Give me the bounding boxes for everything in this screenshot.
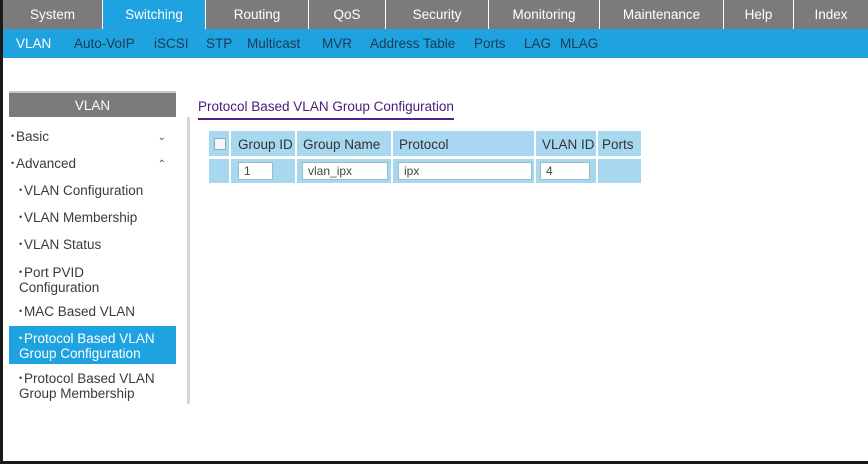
sidebar-item-label: VLAN Configuration xyxy=(24,183,144,198)
ports-cell xyxy=(598,159,641,183)
sub-menu-ports[interactable]: Ports xyxy=(474,29,506,58)
header-protocol: Protocol xyxy=(393,131,536,156)
header-ports: Ports xyxy=(598,131,641,156)
top-menu-monitoring[interactable]: Monitoring xyxy=(489,0,600,29)
header-group-id: Group ID xyxy=(231,131,297,156)
page-title: Protocol Based VLAN Group Configuration xyxy=(198,99,454,120)
sub-menu: VLAN Auto-VoIP iSCSI STP Multicast MVR A… xyxy=(3,29,868,58)
sidebar-item-label: VLAN Status xyxy=(24,237,102,252)
protocol-cell: ipx xyxy=(393,159,536,183)
top-menu-routing[interactable]: Routing xyxy=(206,0,309,29)
top-menu: System Switching Routing QoS Security Mo… xyxy=(3,0,868,29)
sub-menu-vlan[interactable]: VLAN xyxy=(16,29,51,58)
top-menu-qos[interactable]: QoS xyxy=(309,0,386,29)
sidebar-item-vlan-configuration[interactable]: • VLAN Configuration xyxy=(9,183,176,198)
sidebar-scrollbar[interactable] xyxy=(187,117,190,404)
header-group-id-label: Group ID xyxy=(238,137,293,152)
sidebar-item-mac-based-vlan[interactable]: • MAC Based VLAN xyxy=(9,304,176,319)
sidebar-item-label: Protocol Based VLAN Group Membership xyxy=(19,371,155,401)
top-menu-help[interactable]: Help xyxy=(724,0,794,29)
select-all-checkbox[interactable] xyxy=(214,138,226,150)
header-group-name-label: Group Name xyxy=(303,137,381,152)
top-menu-maintenance[interactable]: Maintenance xyxy=(600,0,724,29)
sidebar-advanced[interactable]: • Advanced ⌃ xyxy=(9,156,176,171)
sidebar-item-vlan-membership[interactable]: • VLAN Membership xyxy=(9,210,176,225)
row-select-cell xyxy=(209,159,231,183)
chevron-up-icon: ⌃ xyxy=(157,159,166,170)
sidebar-basic[interactable]: • Basic ⌄ xyxy=(9,129,176,144)
window-frame-left xyxy=(0,0,3,464)
top-menu-system[interactable]: System xyxy=(3,0,103,29)
table-header-row: Group ID Group Name Protocol VLAN ID Por… xyxy=(209,131,641,156)
sidebar-item-protocol-based-vlan-group-membership[interactable]: • Protocol Based VLAN Group Membership xyxy=(9,371,176,401)
sub-menu-auto-voip[interactable]: Auto-VoIP xyxy=(74,29,135,58)
sidebar-item-label: MAC Based VLAN xyxy=(24,304,136,319)
select-all-cell xyxy=(209,131,231,156)
top-menu-security[interactable]: Security xyxy=(386,0,489,29)
sub-menu-lag[interactable]: LAG xyxy=(524,29,551,58)
sub-menu-mvr[interactable]: MVR xyxy=(322,29,352,58)
header-protocol-label: Protocol xyxy=(399,137,449,152)
sub-menu-iscsi[interactable]: iSCSI xyxy=(154,29,189,58)
group-name-field[interactable]: vlan_ipx xyxy=(302,162,388,180)
group-id-cell: 1 xyxy=(231,159,297,183)
sidebar: VLAN • Basic ⌄ • Advanced ⌃ • VLAN Configur… xyxy=(9,91,190,404)
sidebar-item-vlan-status[interactable]: • VLAN Status xyxy=(9,237,176,252)
sidebar-title: VLAN xyxy=(9,91,176,117)
header-vlan-id-label: VLAN ID xyxy=(542,137,595,152)
header-ports-label: Ports xyxy=(602,137,634,152)
top-menu-index[interactable]: Index xyxy=(794,0,868,29)
sidebar-advanced-label: Advanced xyxy=(16,156,77,171)
sidebar-item-label: VLAN Membership xyxy=(24,210,138,225)
vlan-id-cell: 4 xyxy=(536,159,598,183)
header-vlan-id: VLAN ID xyxy=(536,131,598,156)
sub-menu-address-table[interactable]: Address Table xyxy=(370,29,455,58)
table-row: 1 vlan_ipx ipx 4 xyxy=(209,159,641,183)
sidebar-item-label: Port PVID Configuration xyxy=(19,265,100,295)
group-name-cell: vlan_ipx xyxy=(297,159,393,183)
sub-menu-stp[interactable]: STP xyxy=(206,29,232,58)
sub-menu-multicast[interactable]: Multicast xyxy=(247,29,300,58)
sidebar-item-protocol-based-vlan-group-configuration[interactable]: • Protocol Based VLAN Group Configuration xyxy=(9,326,176,364)
sidebar-basic-label: Basic xyxy=(16,129,50,144)
protocol-field[interactable]: ipx xyxy=(398,162,532,180)
sidebar-item-label: Protocol Based VLAN Group Configuration xyxy=(19,331,155,361)
top-menu-switching[interactable]: Switching xyxy=(103,0,206,29)
group-id-field[interactable]: 1 xyxy=(238,162,273,180)
header-group-name: Group Name xyxy=(297,131,393,156)
sidebar-item-port-pvid-configuration[interactable]: • Port PVID Configuration xyxy=(9,265,176,295)
sub-menu-mlag[interactable]: MLAG xyxy=(560,29,598,58)
vlan-id-field[interactable]: 4 xyxy=(540,162,590,180)
chevron-down-icon: ⌄ xyxy=(157,132,166,143)
